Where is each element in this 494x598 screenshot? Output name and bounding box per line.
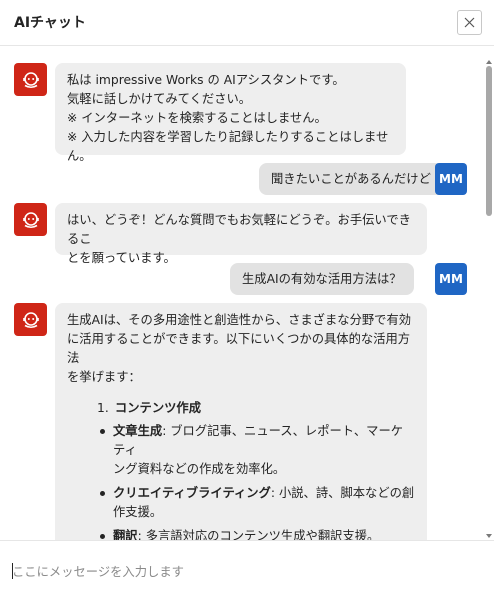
robot-icon <box>22 211 39 228</box>
bullet-desc: : 多言語対応のコンテンツ生成や翻訳支援。 <box>137 529 380 540</box>
bullet-item: クリエイティブライティング: 小説、詩、脚本などの創 作支援。 <box>100 484 415 522</box>
bullet-dot <box>100 429 105 434</box>
bot-avatar <box>14 63 47 96</box>
bullet-dot <box>100 491 105 496</box>
bot-avatar <box>14 303 47 336</box>
bullet-desc: 作支援。 <box>113 505 163 519</box>
chat-header: AIチャット <box>0 0 494 46</box>
chat-title: AIチャット <box>14 15 86 31</box>
list-number: 1. <box>97 401 109 415</box>
bot-message: 生成AIは、その多用途性と創造性から、さまざまな分野で有効 に活用することができ… <box>55 303 427 540</box>
bullet-term: クリエイティブライティング <box>113 486 271 500</box>
bullet-desc: : 小説、詩、脚本などの創 <box>270 486 415 500</box>
message-line: ※ インターネットを検索することはしません。 <box>67 111 327 125</box>
scrollbar[interactable] <box>486 60 492 538</box>
bot-message: はい、どうぞ！どんな質問でもお気軽にどうぞ。お手伝いできるこ とを願っています。 <box>55 203 427 265</box>
scroll-up-arrow-icon[interactable] <box>486 60 492 64</box>
robot-icon <box>22 71 39 88</box>
message-line: 気軽に話しかけてみてください。 <box>67 92 252 106</box>
message-line: を挙げます： <box>67 370 141 384</box>
message-line: に活用することができます。以下にいくつかの具体的な活用方法 <box>67 332 411 365</box>
bot-avatar <box>14 203 47 236</box>
user-message: 生成AIの有効な活用方法は？ <box>230 263 414 295</box>
user-avatar: MM <box>435 163 467 195</box>
message-line: 生成AIは、その多用途性と創造性から、さまざまな分野で有効 <box>67 313 412 327</box>
close-icon <box>464 17 475 28</box>
message-line: 私は impressive Works の AIアシスタントです。 <box>67 73 345 87</box>
bullet-dot <box>100 534 105 539</box>
list-heading: コンテンツ作成 <box>114 401 202 415</box>
bullet-item: 翻訳: 多言語対応のコンテンツ生成や翻訳支援。 <box>100 527 415 540</box>
scrollbar-thumb[interactable] <box>486 66 492 216</box>
message-line: はい、どうぞ！どんな質問でもお気軽にどうぞ。お手伝いできるこ <box>67 213 411 246</box>
close-button[interactable] <box>457 10 482 35</box>
robot-icon <box>22 311 39 328</box>
scroll-down-arrow-icon[interactable] <box>486 534 492 538</box>
message-composer <box>0 540 494 598</box>
ordered-list-item: 1. コンテンツ作成 <box>67 399 415 418</box>
text-caret <box>12 563 13 579</box>
user-avatar: MM <box>435 263 467 295</box>
bullet-item: 文章生成: ブログ記事、ニュース、レポート、マーケティ ング資料などの作成を効率… <box>100 422 415 479</box>
user-message: 聞きたいことがあるんだけど <box>259 163 443 195</box>
message-input[interactable] <box>12 561 472 583</box>
chat-message-list[interactable]: 私は impressive Works の AIアシスタントです。 気軽に話しか… <box>0 47 494 540</box>
bot-message: 私は impressive Works の AIアシスタントです。 気軽に話しか… <box>55 63 406 163</box>
bullet-term: 翻訳 <box>113 529 138 540</box>
message-line: ※ 入力した内容を学習したり記録したりすることはしません。 <box>67 130 389 163</box>
bullet-term: 文章生成 <box>113 424 163 438</box>
bullet-desc: ング資料などの作成を効率化。 <box>113 462 286 476</box>
bullet-list: 文章生成: ブログ記事、ニュース、レポート、マーケティ ング資料などの作成を効率… <box>67 422 415 540</box>
